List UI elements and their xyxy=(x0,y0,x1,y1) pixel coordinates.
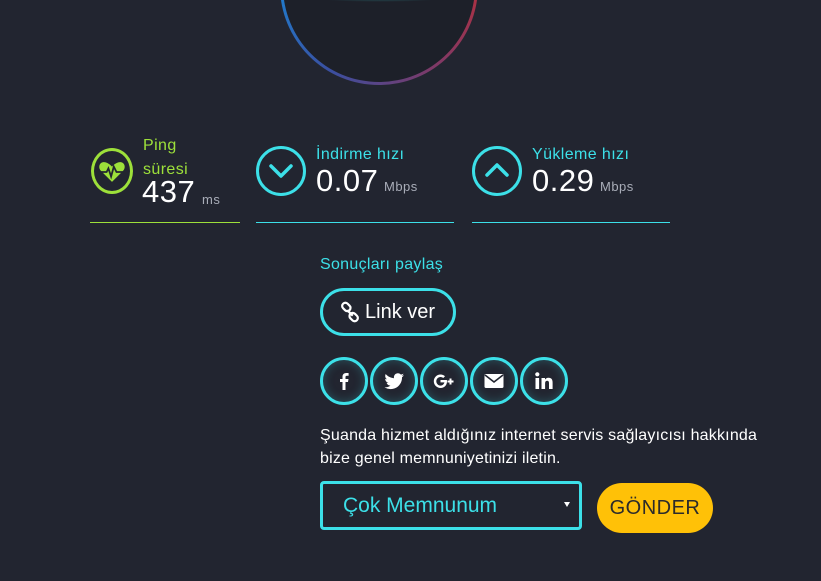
share-title: Sonuçları paylaş xyxy=(320,256,444,273)
upload-value: 0.29 xyxy=(532,163,595,198)
facebook-icon xyxy=(340,373,349,390)
caret-down-icon xyxy=(564,502,570,507)
download-value: 0.07 xyxy=(316,163,379,198)
heart-pulse-icon xyxy=(91,148,133,194)
download-unit: Mbps xyxy=(384,179,418,194)
linkedin-icon xyxy=(535,372,553,389)
google-plus-icon xyxy=(433,374,454,388)
link-icon xyxy=(341,301,359,323)
ping-value: 437 xyxy=(142,174,196,209)
twitter-share-button[interactable] xyxy=(370,357,418,405)
link-button-label: Link ver xyxy=(365,300,436,323)
speedtest-results-page: Ping süresi 437 ms İndirme hızı 0.07 Mbp… xyxy=(0,0,821,581)
chevron-up-icon xyxy=(472,146,522,196)
chevron-down-icon xyxy=(256,146,306,196)
download-stat: İndirme hızı 0.07 Mbps xyxy=(256,134,454,223)
ping-unit: ms xyxy=(202,192,221,207)
upload-stat: Yükleme hızı 0.29 Mbps xyxy=(472,134,670,223)
social-share-buttons xyxy=(320,357,570,405)
speed-gauge xyxy=(280,0,478,85)
twitter-icon xyxy=(384,373,404,390)
download-label: İndirme hızı xyxy=(316,146,405,163)
facebook-share-button[interactable] xyxy=(320,357,368,405)
feedback-prompt: Şuanda hizmet aldığınız internet servis … xyxy=(320,427,758,467)
linkedin-share-button[interactable] xyxy=(520,357,568,405)
google-plus-share-button[interactable] xyxy=(420,357,468,405)
satisfaction-selected-value: Çok Memnunum xyxy=(343,493,498,517)
upload-label: Yükleme hızı xyxy=(532,146,630,163)
link-button[interactable]: Link ver xyxy=(320,288,456,336)
ping-stat: Ping süresi 437 ms xyxy=(90,134,240,223)
submit-button[interactable]: GÖNDER xyxy=(597,483,713,533)
upload-unit: Mbps xyxy=(600,179,634,194)
email-icon xyxy=(484,374,504,388)
satisfaction-select[interactable]: Çok Memnunum xyxy=(320,481,582,530)
email-share-button[interactable] xyxy=(470,357,518,405)
